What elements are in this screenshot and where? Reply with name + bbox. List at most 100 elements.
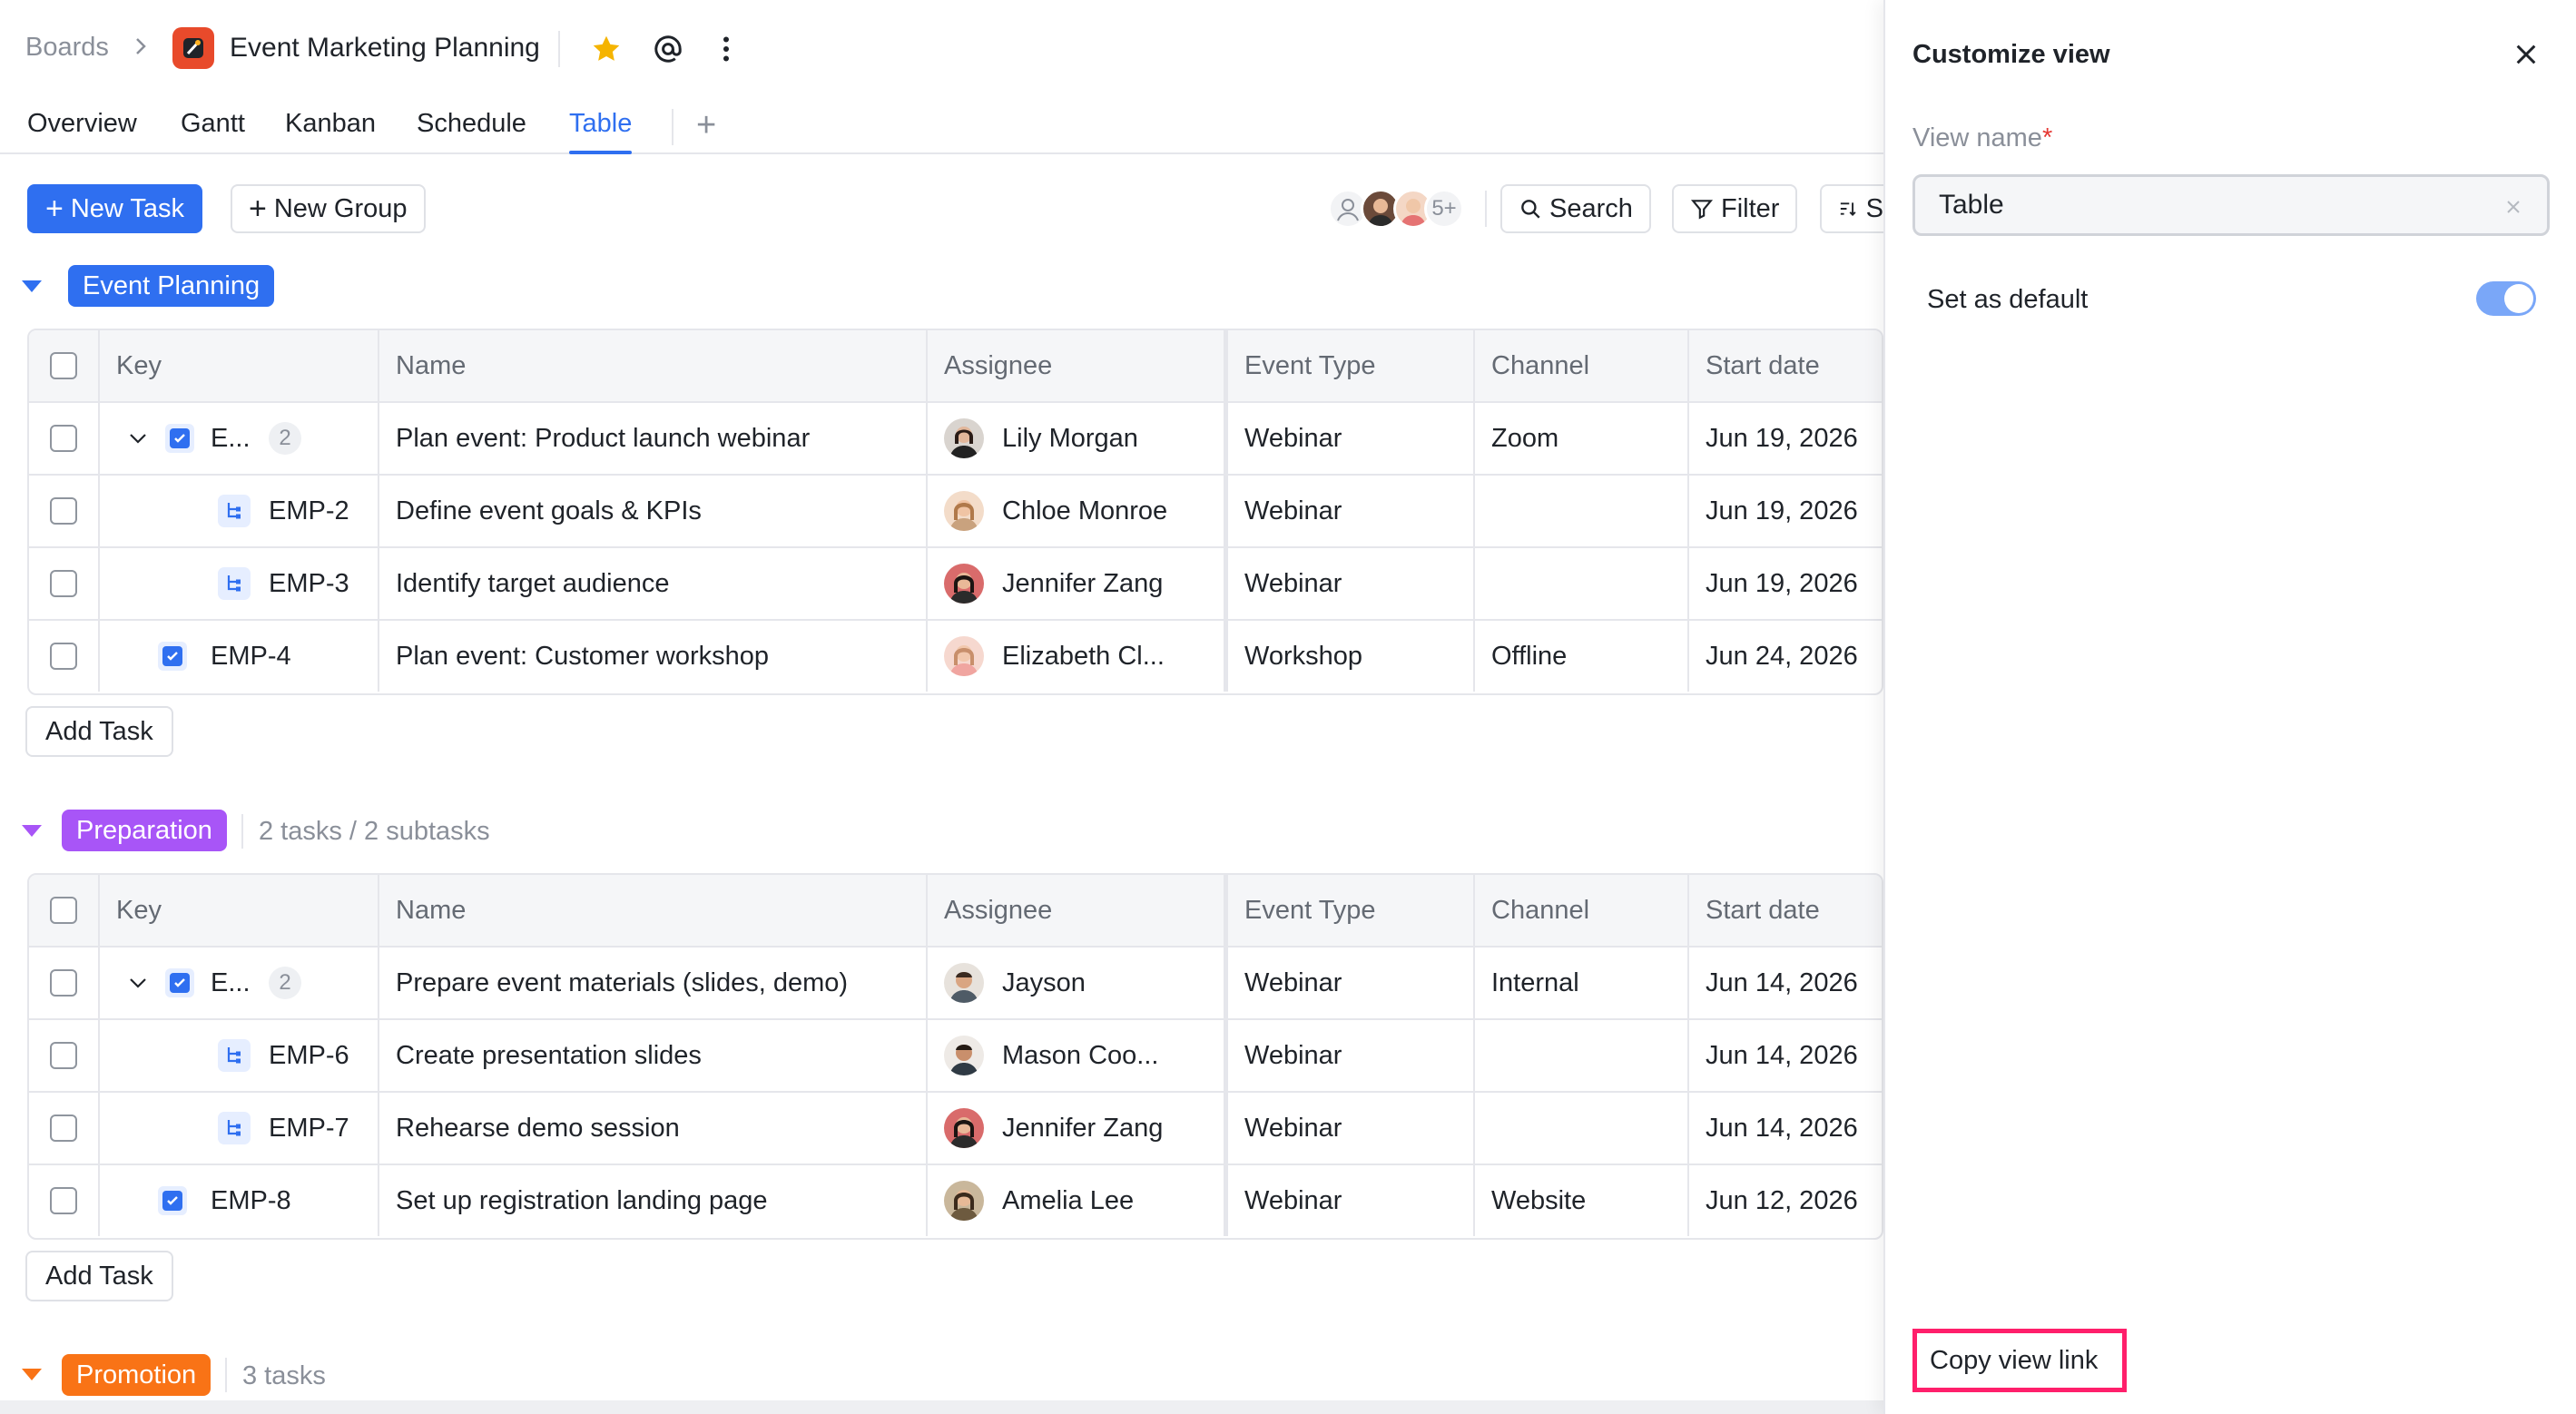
group-pill-preparation[interactable]: Preparation	[62, 810, 227, 851]
assignee-cell[interactable]: Mason Coo...	[928, 1020, 1228, 1091]
column-header-event-type[interactable]: Event Type	[1228, 875, 1475, 946]
row-select-cell[interactable]	[29, 621, 100, 692]
collapse-caret-icon[interactable]	[22, 1369, 42, 1380]
group-pill-promotion[interactable]: Promotion	[62, 1354, 211, 1396]
start-date-cell[interactable]: Jun 19, 2026	[1689, 476, 1882, 546]
column-header-channel[interactable]: Channel	[1475, 875, 1689, 946]
select-all-checkbox[interactable]	[50, 897, 77, 924]
start-date-cell[interactable]: Jun 19, 2026	[1689, 403, 1882, 474]
horizontal-scrollbar[interactable]	[0, 1400, 1883, 1414]
table-row[interactable]: EMP-4 Plan event: Customer workshop Eliz…	[29, 621, 1882, 693]
row-checkbox[interactable]	[50, 1042, 77, 1069]
row-checkbox[interactable]	[50, 497, 77, 525]
task-name[interactable]: Identify target audience	[379, 548, 928, 619]
table-row[interactable]: E... 2 Plan event: Product launch webina…	[29, 403, 1882, 476]
channel-cell[interactable]	[1475, 548, 1689, 619]
key-cell[interactable]: EMP-2	[100, 476, 379, 546]
column-header-name[interactable]: Name	[379, 875, 928, 946]
column-header-name[interactable]: Name	[379, 330, 928, 401]
copy-view-link-button[interactable]: Copy view link	[1912, 1329, 2127, 1392]
chevron-down-icon[interactable]	[127, 427, 149, 449]
search-button[interactable]: Search	[1500, 184, 1651, 233]
collapse-caret-icon[interactable]	[22, 280, 42, 292]
row-checkbox[interactable]	[50, 1115, 77, 1142]
table-row[interactable]: EMP-8 Set up registration landing page A…	[29, 1165, 1882, 1238]
key-cell[interactable]: EMP-7	[100, 1093, 379, 1164]
clear-input-icon[interactable]	[2502, 196, 2524, 218]
table-row[interactable]: EMP-6 Create presentation slides Mason C…	[29, 1020, 1882, 1093]
key-cell[interactable]: EMP-6	[100, 1020, 379, 1091]
column-header-start-date[interactable]: Start date	[1689, 875, 1882, 946]
row-select-cell[interactable]	[29, 1093, 100, 1164]
column-header-start-date[interactable]: Start date	[1689, 330, 1882, 401]
row-select-cell[interactable]	[29, 1165, 100, 1236]
table-row[interactable]: EMP-7 Rehearse demo session Jennifer Zan…	[29, 1093, 1882, 1165]
event-type-cell[interactable]: Workshop	[1228, 621, 1475, 692]
select-all-cell[interactable]	[29, 875, 100, 946]
task-name[interactable]: Prepare event materials (slides, demo)	[379, 948, 928, 1018]
assignee-cell[interactable]: Jennifer Zang	[928, 1093, 1228, 1164]
row-select-cell[interactable]	[29, 1020, 100, 1091]
event-type-cell[interactable]: Webinar	[1228, 948, 1475, 1018]
start-date-cell[interactable]: Jun 24, 2026	[1689, 621, 1882, 692]
select-all-checkbox[interactable]	[50, 352, 77, 379]
start-date-cell[interactable]: Jun 12, 2026	[1689, 1165, 1882, 1236]
event-type-cell[interactable]: Webinar	[1228, 476, 1475, 546]
channel-cell[interactable]	[1475, 476, 1689, 546]
table-row[interactable]: EMP-2 Define event goals & KPIs Chloe Mo…	[29, 476, 1882, 548]
member-avatars[interactable]: 5+	[1328, 184, 1478, 233]
task-name[interactable]: Create presentation slides	[379, 1020, 928, 1091]
tab-gantt[interactable]: Gantt	[181, 109, 245, 152]
row-checkbox[interactable]	[50, 570, 77, 597]
row-select-cell[interactable]	[29, 403, 100, 474]
key-cell[interactable]: EMP-8	[100, 1165, 379, 1236]
task-name[interactable]: Set up registration landing page	[379, 1165, 928, 1236]
column-header-key[interactable]: Key	[100, 330, 379, 401]
tab-overview[interactable]: Overview	[27, 109, 137, 152]
event-type-cell[interactable]: Webinar	[1228, 1093, 1475, 1164]
row-select-cell[interactable]	[29, 948, 100, 1018]
tab-kanban[interactable]: Kanban	[285, 109, 376, 152]
column-header-assignee[interactable]: Assignee	[928, 330, 1228, 401]
row-checkbox[interactable]	[50, 969, 77, 997]
key-cell[interactable]: E... 2	[100, 403, 379, 474]
assignee-cell[interactable]: Elizabeth Cl...	[928, 621, 1228, 692]
column-header-key[interactable]: Key	[100, 875, 379, 946]
row-checkbox[interactable]	[50, 1187, 77, 1214]
table-row[interactable]: E... 2 Prepare event materials (slides, …	[29, 948, 1882, 1020]
set-default-toggle[interactable]	[2476, 281, 2536, 316]
start-date-cell[interactable]: Jun 14, 2026	[1689, 1020, 1882, 1091]
assignee-cell[interactable]: Chloe Monroe	[928, 476, 1228, 546]
tab-schedule[interactable]: Schedule	[417, 109, 526, 152]
column-header-event-type[interactable]: Event Type	[1228, 330, 1475, 401]
key-cell[interactable]: E... 2	[100, 948, 379, 1018]
column-header-channel[interactable]: Channel	[1475, 330, 1689, 401]
breadcrumb-boards[interactable]: Boards	[25, 33, 109, 63]
star-icon[interactable]	[590, 33, 623, 65]
close-icon[interactable]	[2512, 40, 2541, 69]
assignee-cell[interactable]: Jayson	[928, 948, 1228, 1018]
tab-table[interactable]: Table	[569, 109, 633, 154]
group-pill-event-planning[interactable]: Event Planning	[68, 265, 275, 307]
channel-cell[interactable]	[1475, 1093, 1689, 1164]
filter-button[interactable]: Filter	[1672, 184, 1798, 233]
start-date-cell[interactable]: Jun 14, 2026	[1689, 948, 1882, 1018]
channel-cell[interactable]	[1475, 1020, 1689, 1091]
add-task-button[interactable]: Add Task	[25, 1251, 173, 1301]
event-type-cell[interactable]: Webinar	[1228, 1020, 1475, 1091]
add-view-icon[interactable]: +	[696, 108, 716, 142]
row-checkbox[interactable]	[50, 425, 77, 452]
assignee-cell[interactable]: Lily Morgan	[928, 403, 1228, 474]
channel-cell[interactable]: Internal	[1475, 948, 1689, 1018]
select-all-cell[interactable]	[29, 330, 100, 401]
chevron-down-icon[interactable]	[127, 972, 149, 994]
start-date-cell[interactable]: Jun 19, 2026	[1689, 548, 1882, 619]
new-task-button[interactable]: + New Task	[27, 184, 203, 233]
task-name[interactable]: Rehearse demo session	[379, 1093, 928, 1164]
at-mention-icon[interactable]	[652, 33, 684, 65]
event-type-cell[interactable]: Webinar	[1228, 403, 1475, 474]
view-name-input[interactable]	[1912, 174, 2550, 236]
key-cell[interactable]: EMP-3	[100, 548, 379, 619]
event-type-cell[interactable]: Webinar	[1228, 548, 1475, 619]
row-select-cell[interactable]	[29, 548, 100, 619]
